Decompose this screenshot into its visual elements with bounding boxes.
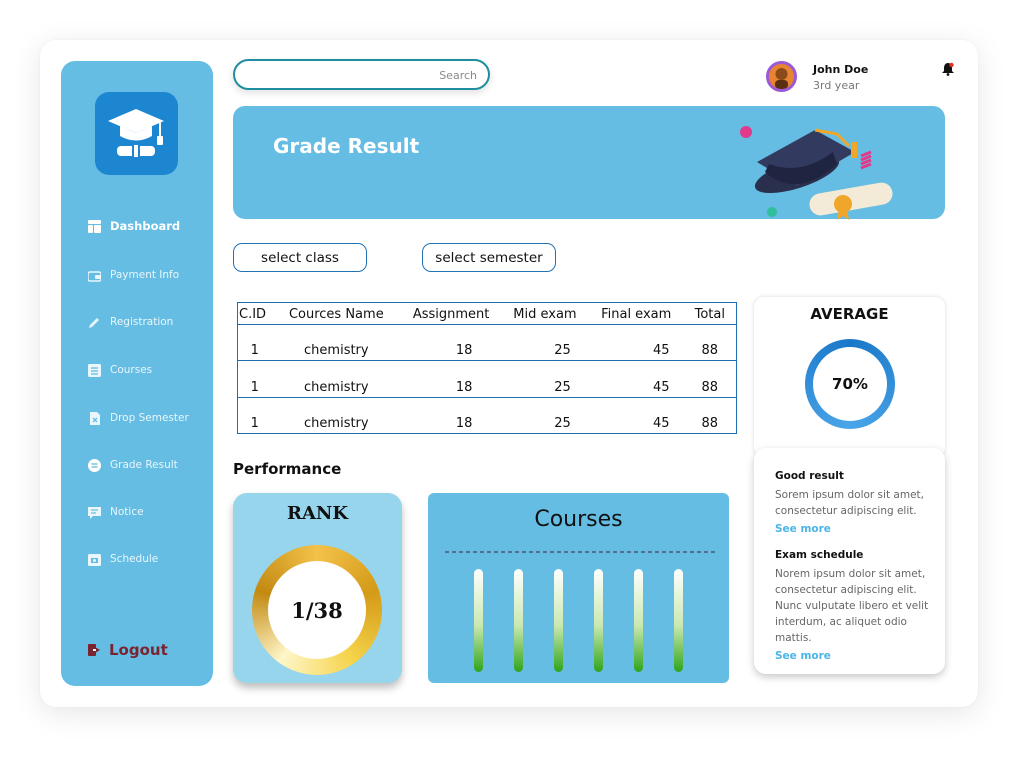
rank-value: 1/38 (268, 561, 366, 659)
rank-card: RANK 1/38 (233, 493, 402, 683)
course-bar (594, 569, 603, 672)
graduation-illustration (740, 126, 893, 220)
sidebar-item-payment-info[interactable]: Payment Info (87, 265, 179, 285)
cell-assignment: 18 (401, 360, 502, 398)
column-header-total: Total (683, 302, 737, 325)
course-bar (634, 569, 643, 672)
cell-mid-exam: 25 (501, 360, 589, 398)
cell-course-name: chemistry (271, 324, 402, 362)
circle-lines-icon (87, 458, 101, 472)
cell-cid: 1 (237, 324, 272, 362)
grades-table: C.ID Cources Name Assignment Mid exam Fi… (237, 302, 737, 435)
course-bar (474, 569, 483, 672)
table-body: 1 chemistry 18 25 45 88 1 chemistry 18 25 45 88 1 che… (237, 324, 737, 435)
select-semester-label: select semester (435, 249, 543, 266)
sidebar-item-drop-semester[interactable]: Drop Semester (87, 408, 189, 428)
message-icon (87, 505, 101, 519)
average-card: AVERAGE 70% (754, 297, 945, 457)
table-header-row: C.ID Cources Name Assignment Mid exam Fi… (237, 302, 737, 325)
courses-card: Courses (428, 493, 729, 683)
course-bar (674, 569, 683, 672)
sidebar-item-label: Payment Info (110, 269, 180, 281)
sidebar-item-registration[interactable]: Registration (87, 312, 173, 332)
cell-cid: 1 (237, 360, 272, 398)
cell-cid: 1 (237, 397, 272, 435)
logout-label: Logout (109, 641, 168, 659)
page-banner: Grade Result (233, 106, 945, 220)
table-row: 1 chemistry 18 25 45 88 (237, 397, 737, 435)
search-bar[interactable] (233, 59, 490, 90)
cell-total: 88 (683, 397, 737, 435)
cell-total: 88 (683, 360, 737, 398)
cell-mid-exam: 25 (501, 324, 589, 362)
sidebar-item-label: Registration (110, 316, 174, 328)
logout-button[interactable]: Logout (87, 641, 168, 659)
column-header-course-name: Cources Name (271, 302, 402, 325)
cell-assignment: 18 (401, 397, 502, 435)
exam-schedule-heading: Exam schedule (775, 549, 864, 561)
sidebar-item-schedule[interactable]: Schedule (87, 549, 158, 569)
exam-schedule-text: Norem ipsum dolor sit amet, consectetur … (775, 568, 929, 644)
cell-final-exam: 45 (588, 324, 684, 362)
sidebar-item-grade-result[interactable]: Grade Result (87, 455, 178, 475)
cell-final-exam: 45 (588, 397, 684, 435)
pencil-icon (87, 315, 101, 329)
dashboard-icon (87, 219, 101, 233)
good-result-text: Sorem ipsum dolor sit amet, consectetur … (775, 489, 924, 517)
good-result-heading: Good result (775, 470, 844, 482)
cell-final-exam: 45 (588, 360, 684, 398)
table-row: 1 chemistry 18 25 45 88 (237, 324, 737, 362)
average-title: AVERAGE (810, 305, 889, 323)
page-title: Grade Result (273, 134, 420, 158)
column-header-final-exam: Final exam (588, 302, 684, 325)
sidebar-item-label: Schedule (110, 553, 159, 565)
average-ring: 70% (805, 339, 895, 429)
select-class-dropdown[interactable]: select class (233, 243, 367, 272)
rank-title: RANK (286, 503, 349, 524)
cell-assignment: 18 (401, 324, 502, 362)
notification-bell-icon[interactable] (941, 61, 955, 76)
sidebar-item-dashboard[interactable]: Dashboard (87, 216, 180, 236)
cell-total: 88 (683, 324, 737, 362)
select-class-label: select class (261, 249, 339, 266)
sidebar: Dashboard Payment Info Registration Courses… (61, 61, 213, 686)
course-bars (445, 551, 715, 672)
sidebar-item-label: Dashboard (110, 219, 181, 233)
select-semester-dropdown[interactable]: select semester (422, 243, 556, 272)
list-icon (87, 363, 101, 377)
course-bar (514, 569, 523, 672)
logout-icon (87, 643, 101, 657)
cell-mid-exam: 25 (501, 397, 589, 435)
sidebar-item-notice[interactable]: Notice (87, 502, 144, 522)
avatar[interactable] (766, 61, 797, 92)
sidebar-item-label: Drop Semester (110, 412, 189, 424)
calendar-icon (87, 552, 101, 566)
info-card: Good result Sorem ipsum dolor sit amet, … (754, 448, 945, 674)
exam-schedule-see-more-link[interactable]: See more (775, 650, 831, 662)
sidebar-item-label: Courses (110, 364, 153, 376)
rank-ring: 1/38 (252, 545, 382, 675)
column-header-cid: C.ID (237, 302, 272, 325)
wallet-icon (87, 268, 101, 282)
app-logo[interactable] (95, 92, 178, 175)
search-input[interactable] (245, 66, 477, 84)
table-row: 1 chemistry 18 25 45 88 (237, 360, 737, 398)
sidebar-item-label: Notice (110, 506, 144, 518)
file-x-icon (87, 411, 101, 425)
column-header-assignment: Assignment (401, 302, 502, 325)
cell-course-name: chemistry (271, 397, 402, 435)
good-result-see-more-link[interactable]: See more (775, 523, 831, 535)
course-bar (554, 569, 563, 672)
sidebar-item-courses[interactable]: Courses (87, 360, 152, 380)
sidebar-item-label: Grade Result (110, 459, 178, 471)
user-name: John Doe (813, 63, 869, 76)
graduation-cap-icon (108, 109, 164, 158)
user-year: 3rd year (813, 79, 860, 92)
column-header-mid-exam: Mid exam (501, 302, 589, 325)
average-value: 70% (813, 347, 887, 421)
performance-heading: Performance (233, 460, 342, 478)
cell-course-name: chemistry (271, 360, 402, 398)
